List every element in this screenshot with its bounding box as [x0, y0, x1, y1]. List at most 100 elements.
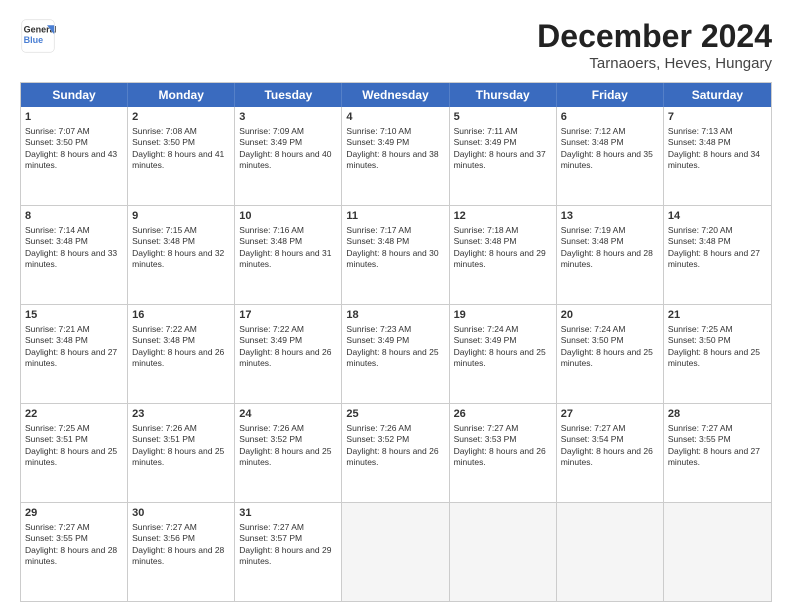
header-thursday: Thursday: [450, 83, 557, 107]
day-number: 5: [454, 110, 552, 125]
daylight: Daylight: 8 hours and 25 minutes.: [668, 347, 760, 368]
daylight: Daylight: 8 hours and 35 minutes.: [561, 149, 653, 170]
sunrise: Sunrise: 7:15 AM: [132, 225, 197, 235]
day-number: 20: [561, 308, 659, 323]
sunset: Sunset: 3:48 PM: [25, 335, 88, 345]
day-9: 9Sunrise: 7:15 AMSunset: 3:48 PMDaylight…: [128, 206, 235, 304]
sunrise: Sunrise: 7:25 AM: [25, 423, 90, 433]
day-number: 21: [668, 308, 767, 323]
sunrise: Sunrise: 7:26 AM: [132, 423, 197, 433]
daylight: Daylight: 8 hours and 25 minutes.: [454, 347, 546, 368]
day-7: 7Sunrise: 7:13 AMSunset: 3:48 PMDaylight…: [664, 107, 771, 205]
day-number: 31: [239, 506, 337, 521]
sunrise: Sunrise: 7:11 AM: [454, 126, 518, 136]
daylight: Daylight: 8 hours and 34 minutes.: [668, 149, 760, 170]
calendar-page: General Blue December 2024 Tarnaoers, He…: [0, 0, 792, 612]
sunrise: Sunrise: 7:26 AM: [346, 423, 411, 433]
title-block: December 2024 Tarnaoers, Heves, Hungary: [537, 18, 772, 72]
calendar-week-5: 29Sunrise: 7:27 AMSunset: 3:55 PMDayligh…: [21, 503, 771, 601]
day-14: 14Sunrise: 7:20 AMSunset: 3:48 PMDayligh…: [664, 206, 771, 304]
sunset: Sunset: 3:51 PM: [25, 434, 88, 444]
sunset: Sunset: 3:48 PM: [561, 236, 624, 246]
sunset: Sunset: 3:52 PM: [239, 434, 302, 444]
sunset: Sunset: 3:49 PM: [454, 137, 517, 147]
calendar-body: 1Sunrise: 7:07 AMSunset: 3:50 PMDaylight…: [21, 107, 771, 601]
daylight: Daylight: 8 hours and 29 minutes.: [239, 545, 331, 566]
sunset: Sunset: 3:48 PM: [132, 236, 195, 246]
sunrise: Sunrise: 7:17 AM: [346, 225, 411, 235]
daylight: Daylight: 8 hours and 26 minutes.: [239, 347, 331, 368]
day-number: 27: [561, 407, 659, 422]
daylight: Daylight: 8 hours and 32 minutes.: [132, 248, 224, 269]
sunrise: Sunrise: 7:23 AM: [346, 324, 411, 334]
daylight: Daylight: 8 hours and 26 minutes.: [346, 446, 438, 467]
calendar-week-1: 1Sunrise: 7:07 AMSunset: 3:50 PMDaylight…: [21, 107, 771, 206]
sunset: Sunset: 3:55 PM: [25, 533, 88, 543]
day-25: 25Sunrise: 7:26 AMSunset: 3:52 PMDayligh…: [342, 404, 449, 502]
daylight: Daylight: 8 hours and 25 minutes.: [346, 347, 438, 368]
sunrise: Sunrise: 7:08 AM: [132, 126, 197, 136]
daylight: Daylight: 8 hours and 33 minutes.: [25, 248, 117, 269]
day-30: 30Sunrise: 7:27 AMSunset: 3:56 PMDayligh…: [128, 503, 235, 601]
sunrise: Sunrise: 7:27 AM: [25, 522, 90, 532]
sunset: Sunset: 3:50 PM: [25, 137, 88, 147]
day-number: 19: [454, 308, 552, 323]
daylight: Daylight: 8 hours and 27 minutes.: [668, 446, 760, 467]
day-number: 24: [239, 407, 337, 422]
day-number: 11: [346, 209, 444, 224]
day-number: 13: [561, 209, 659, 224]
daylight: Daylight: 8 hours and 30 minutes.: [346, 248, 438, 269]
sunset: Sunset: 3:50 PM: [561, 335, 624, 345]
daylight: Daylight: 8 hours and 41 minutes.: [132, 149, 224, 170]
daylight: Daylight: 8 hours and 28 minutes.: [132, 545, 224, 566]
sunrise: Sunrise: 7:16 AM: [239, 225, 304, 235]
sunrise: Sunrise: 7:27 AM: [454, 423, 519, 433]
day-28: 28Sunrise: 7:27 AMSunset: 3:55 PMDayligh…: [664, 404, 771, 502]
day-number: 30: [132, 506, 230, 521]
sunset: Sunset: 3:48 PM: [346, 236, 409, 246]
daylight: Daylight: 8 hours and 38 minutes.: [346, 149, 438, 170]
sunrise: Sunrise: 7:13 AM: [668, 126, 733, 136]
day-number: 16: [132, 308, 230, 323]
daylight: Daylight: 8 hours and 40 minutes.: [239, 149, 331, 170]
sunrise: Sunrise: 7:25 AM: [668, 324, 733, 334]
day-number: 8: [25, 209, 123, 224]
day-23: 23Sunrise: 7:26 AMSunset: 3:51 PMDayligh…: [128, 404, 235, 502]
day-number: 26: [454, 407, 552, 422]
day-3: 3Sunrise: 7:09 AMSunset: 3:49 PMDaylight…: [235, 107, 342, 205]
logo-icon: General Blue: [20, 18, 56, 54]
day-12: 12Sunrise: 7:18 AMSunset: 3:48 PMDayligh…: [450, 206, 557, 304]
empty-cell: [557, 503, 664, 601]
sunset: Sunset: 3:48 PM: [132, 335, 195, 345]
day-number: 15: [25, 308, 123, 323]
sunset: Sunset: 3:48 PM: [668, 236, 731, 246]
header-wednesday: Wednesday: [342, 83, 449, 107]
daylight: Daylight: 8 hours and 28 minutes.: [561, 248, 653, 269]
calendar-week-4: 22Sunrise: 7:25 AMSunset: 3:51 PMDayligh…: [21, 404, 771, 503]
sunrise: Sunrise: 7:21 AM: [25, 324, 90, 334]
day-4: 4Sunrise: 7:10 AMSunset: 3:49 PMDaylight…: [342, 107, 449, 205]
daylight: Daylight: 8 hours and 37 minutes.: [454, 149, 546, 170]
calendar-week-2: 8Sunrise: 7:14 AMSunset: 3:48 PMDaylight…: [21, 206, 771, 305]
daylight: Daylight: 8 hours and 29 minutes.: [454, 248, 546, 269]
sunrise: Sunrise: 7:10 AM: [346, 126, 411, 136]
sunset: Sunset: 3:49 PM: [454, 335, 517, 345]
day-27: 27Sunrise: 7:27 AMSunset: 3:54 PMDayligh…: [557, 404, 664, 502]
day-29: 29Sunrise: 7:27 AMSunset: 3:55 PMDayligh…: [21, 503, 128, 601]
sunrise: Sunrise: 7:12 AM: [561, 126, 626, 136]
daylight: Daylight: 8 hours and 25 minutes.: [239, 446, 331, 467]
daylight: Daylight: 8 hours and 27 minutes.: [25, 347, 117, 368]
empty-cell: [342, 503, 449, 601]
day-number: 3: [239, 110, 337, 125]
empty-cell: [664, 503, 771, 601]
header-tuesday: Tuesday: [235, 83, 342, 107]
sunset: Sunset: 3:55 PM: [668, 434, 731, 444]
sunset: Sunset: 3:50 PM: [668, 335, 731, 345]
daylight: Daylight: 8 hours and 25 minutes.: [132, 446, 224, 467]
sunset: Sunset: 3:48 PM: [561, 137, 624, 147]
sunrise: Sunrise: 7:26 AM: [239, 423, 304, 433]
sunrise: Sunrise: 7:27 AM: [239, 522, 304, 532]
calendar-subtitle: Tarnaoers, Heves, Hungary: [537, 55, 772, 72]
daylight: Daylight: 8 hours and 27 minutes.: [668, 248, 760, 269]
logo: General Blue: [20, 18, 56, 54]
